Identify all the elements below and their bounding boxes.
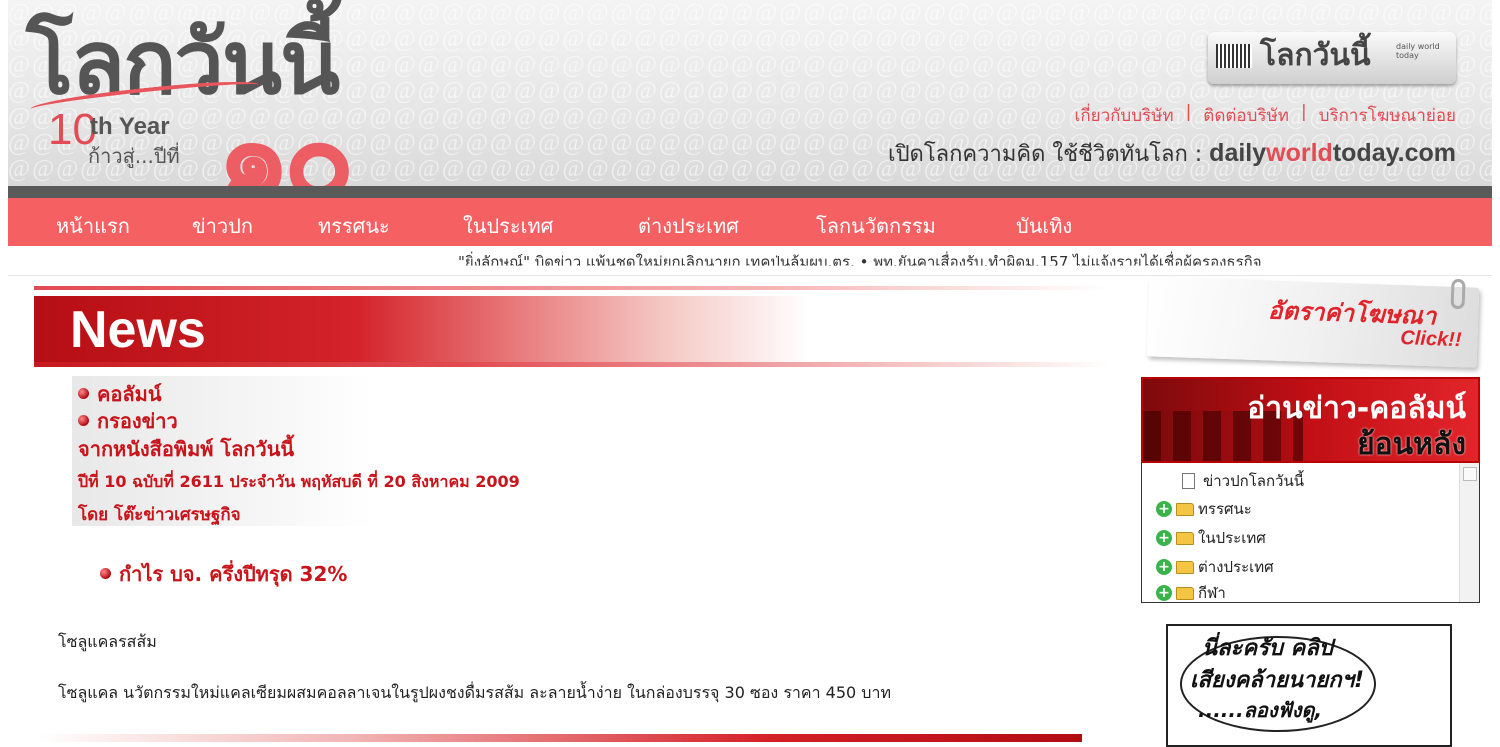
cartoon-line-2: เสียงคล้ายนายกฯ! (1190, 668, 1365, 693)
news-banner-bottomline (34, 362, 1110, 367)
site-slogan: เปิดโลกความคิด ใช้ชีวิตทันโลก : dailywor… (888, 136, 1456, 171)
cartoon-line-3: ......ลองฟังดู, (1198, 698, 1323, 722)
article-headline[interactable]: กำไร บจ. ครึ่งปีทรุด 32% (100, 558, 347, 590)
nav-opinion[interactable]: ทรรศนะ (318, 210, 390, 242)
column-link-label: คอลัมน์ (97, 382, 162, 406)
news-banner: News (34, 296, 1110, 362)
site-header: @@@@@@@@@@@@@@@@@@@@@@@@@@@@@@@@@@@@@@@@… (8, 0, 1492, 186)
tree-item-label: ทรรศนะ (1198, 500, 1252, 518)
archive-tree: ข่าวปกโลกวันนี้ + ทรรศนะ + ในประเทศ + ต่… (1141, 463, 1480, 603)
nav-innovation[interactable]: โลกนวัตกรรม (816, 210, 936, 242)
ad-rates-button[interactable]: อัตราค่าโฆษณา Click!! (1146, 276, 1480, 368)
tree-item-label: ในประเทศ (1198, 529, 1266, 547)
cartoon-panel[interactable]: นี่ละครับ คลิป เสียงคล้ายนายกฯ! ......ลอ… (1166, 624, 1452, 747)
news-banner-label: News (70, 301, 206, 359)
article-issue: ปีที่ 10 ฉบับที่ 2611 ประจำวัน พฤหัสบดี … (78, 472, 520, 491)
article-body: โซลูแคล นวัตกรรมใหม่แคลเซียมผสมคอลลาเจนใ… (58, 683, 891, 702)
expand-plus-icon[interactable]: + (1156, 559, 1172, 575)
news-ticker[interactable]: "ยิ่งลักษณ์" บิดข่าว แพ้นชุดใหม่ยกเลิกนา… (8, 246, 1492, 276)
expand-plus-icon[interactable]: + (1156, 501, 1172, 517)
nav-domestic[interactable]: ในประเทศ (463, 210, 553, 242)
ticker-text: "ยิ่งลักษณ์" บิดข่าว แพ้นชุดใหม่ยกเลิกนา… (458, 253, 1262, 271)
about-company-link[interactable]: เกี่ยวกับบริษัท (1075, 102, 1174, 129)
newspaper-badge-name: โลกวันนี้ (1260, 38, 1371, 73)
folder-icon (1176, 586, 1194, 600)
article-bottom-rule (38, 734, 1082, 742)
classified-ads-link[interactable]: บริการโฆษณาย่อย (1319, 102, 1456, 129)
link-separator: | (1300, 102, 1307, 122)
tree-scrollbar[interactable] (1459, 463, 1479, 602)
nav-entertainment[interactable]: บันเทิง (1016, 210, 1072, 242)
top-links: เกี่ยวกับบริษัท | ติดต่อบริษัท | บริการโ… (1075, 102, 1456, 129)
domain-highlight: world (1266, 139, 1333, 167)
nav-home[interactable]: หน้าแรก (56, 210, 130, 242)
archive-subtitle: ย้อนหลัง (1357, 427, 1466, 462)
document-icon (1182, 473, 1195, 489)
anniversary-towards-label: ก้าวสู่...ปีที่ (88, 144, 180, 168)
tree-item-label: ข่าวปกโลกวันนี้ (1203, 472, 1304, 490)
anniversary-year-label: th Year (90, 113, 170, 140)
nav-international[interactable]: ต่างประเทศ (638, 210, 739, 242)
tree-item-label: กีฬา (1198, 584, 1226, 602)
bullet-icon (100, 568, 111, 579)
main-nav: หน้าแรก ข่าวปก ทรรศนะ ในประเทศ ต่างประเท… (8, 198, 1492, 246)
scroll-up-icon[interactable] (1463, 467, 1477, 481)
filter-news-label: กรองข่าว (97, 409, 178, 433)
bullet-icon (78, 388, 89, 399)
article-byline: โดย โต๊ะข่าวเศรษฐกิจ (78, 505, 241, 525)
folder-icon (1176, 531, 1194, 545)
slogan-text: เปิดโลกความคิด ใช้ชีวิตทันโลก : (888, 142, 1203, 167)
tree-item-sports[interactable]: + กีฬา (1156, 581, 1226, 602)
tree-item-domestic[interactable]: + ในประเทศ (1156, 526, 1266, 550)
newspaper-badge-tag: daily world today (1396, 42, 1440, 60)
header-divider (8, 186, 1492, 198)
page: @@@@@@@@@@@@@@@@@@@@@@@@@@@@@@@@@@@@@@@@… (8, 0, 1492, 747)
news-banner-topline (34, 286, 1110, 290)
link-separator: | (1185, 102, 1192, 122)
folder-icon (1176, 502, 1194, 516)
anniversary-thai-number: ๑๐ (216, 88, 355, 186)
bullet-icon (78, 415, 89, 426)
article-subtitle: โซลูแคลรสส้ม (58, 632, 157, 651)
tree-item-cover-news[interactable]: ข่าวปกโลกวันนี้ (1182, 469, 1304, 493)
cartoon-line-1: นี่ละครับ คลิป (1202, 636, 1333, 661)
tree-item-opinion[interactable]: + ทรรศนะ (1156, 497, 1252, 521)
domain-prefix: daily (1209, 139, 1267, 167)
tree-item-international[interactable]: + ต่างประเทศ (1156, 555, 1274, 579)
archive-banner[interactable]: อ่านข่าว-คอลัมน์ ย้อนหลัง (1141, 377, 1480, 463)
expand-plus-icon[interactable]: + (1156, 530, 1172, 546)
newspaper-badge[interactable]: โลกวันนี้ daily world today (1208, 32, 1456, 84)
contact-company-link[interactable]: ติดต่อบริษัท (1203, 102, 1289, 129)
nav-cover-news[interactable]: ข่าวปก (192, 210, 253, 242)
folder-icon (1176, 560, 1194, 574)
ad-rates-click: Click!! (1399, 327, 1462, 352)
site-domain: dailyworldtoday.com (1209, 139, 1456, 167)
domain-suffix: today.com (1332, 139, 1456, 167)
article-headline-text: กำไร บจ. ครึ่งปีทรุด 32% (119, 562, 348, 586)
expand-plus-icon[interactable]: + (1156, 585, 1172, 601)
barcode-icon (1216, 44, 1252, 68)
tree-item-label: ต่างประเทศ (1198, 558, 1274, 576)
paperclip-icon (1450, 278, 1466, 310)
article-source: จากหนังสือพิมพ์ โลกวันนี้ (78, 437, 295, 461)
